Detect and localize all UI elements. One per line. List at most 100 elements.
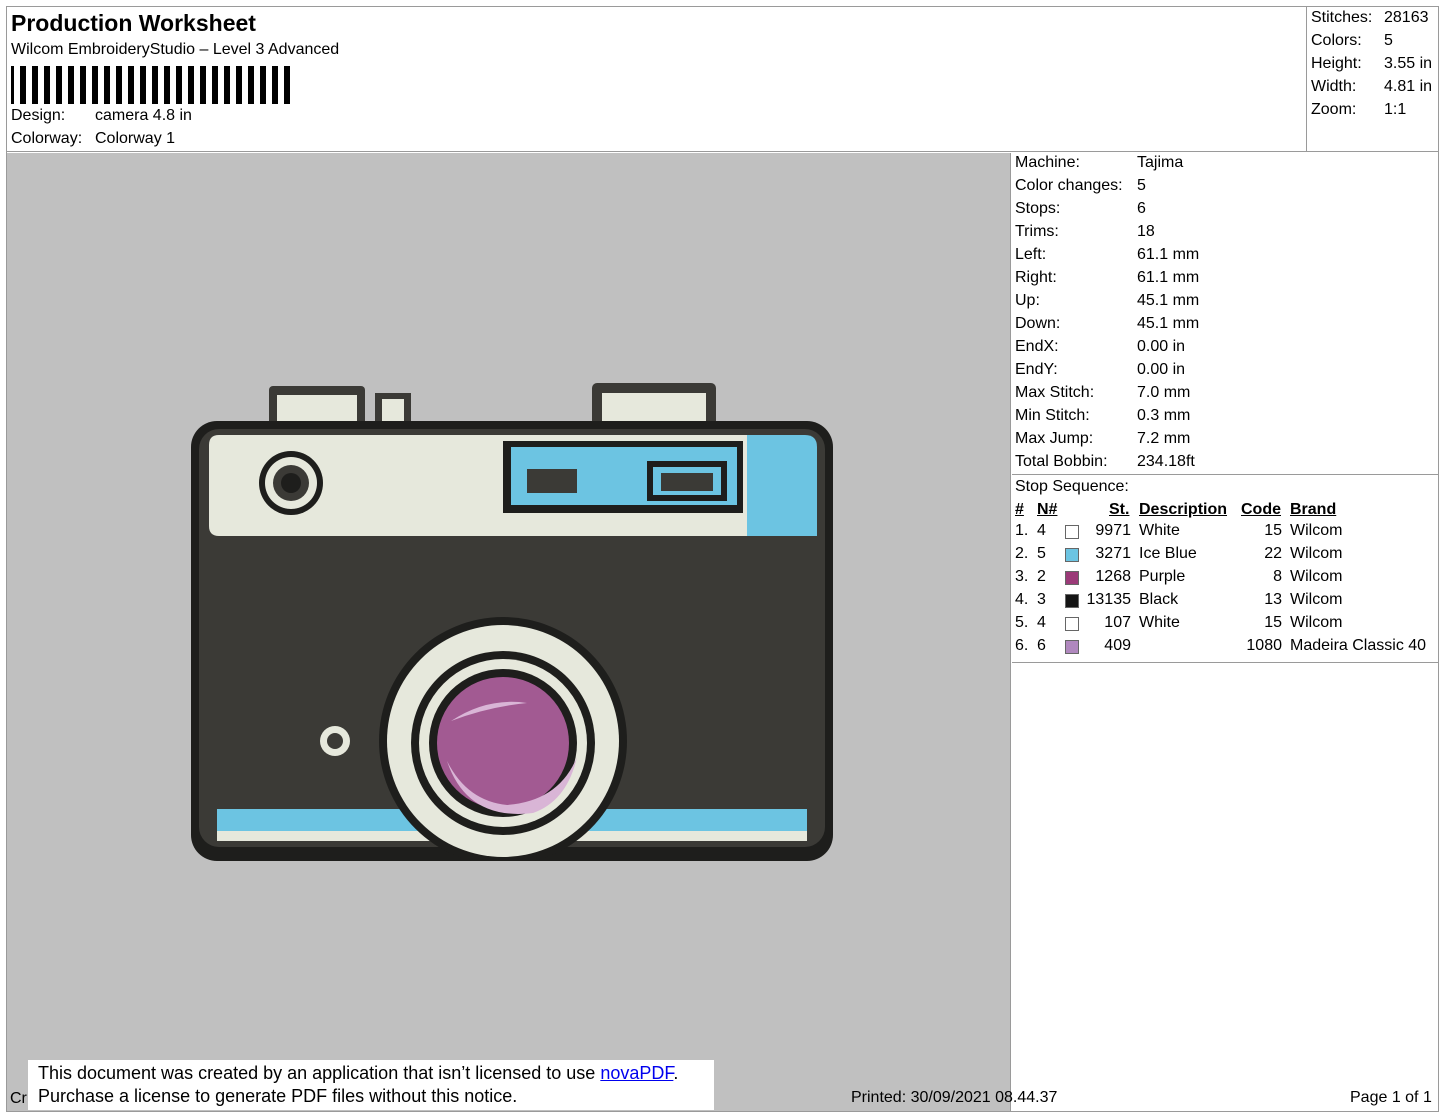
- barcode-bar: [117, 66, 119, 104]
- barcode-bar: [56, 66, 57, 104]
- machine-info-row: Max Stitch: 7.0 mm: [1015, 384, 1435, 405]
- barcode-bar: [177, 66, 179, 104]
- design-value: camera 4.8 in: [95, 107, 192, 124]
- barcode-bar: [116, 66, 117, 104]
- barcode-bar: [80, 66, 81, 104]
- barcode-bar: [105, 66, 107, 104]
- barcode-bar: [141, 66, 143, 104]
- stitch-count: 409: [1104, 637, 1131, 654]
- needle-number: 2: [1037, 568, 1046, 585]
- machine-info-row: EndX: 0.00 in: [1015, 338, 1435, 359]
- thread-description: Purple: [1139, 568, 1186, 585]
- barcode-bar: [71, 66, 74, 104]
- machine-info-value: 45.1 mm: [1137, 292, 1200, 309]
- design-row: Design: camera 4.8 in: [11, 107, 192, 125]
- barcode-bar: [191, 66, 194, 104]
- barcode-bar: [260, 66, 261, 104]
- col-stitches-header: St.: [1109, 501, 1130, 518]
- barcode-bar: [249, 66, 251, 104]
- machine-info-label: Min Stitch:: [1015, 407, 1090, 424]
- novapdf-link[interactable]: novaPDF: [600, 1063, 673, 1083]
- barcode-bar: [237, 66, 239, 104]
- needle-number: 5: [1037, 545, 1046, 562]
- barcode-image: [11, 66, 290, 104]
- barcode-bar: [57, 66, 59, 104]
- machine-info-label: EndX:: [1015, 338, 1059, 355]
- barcode-bar: [224, 66, 225, 104]
- barcode-bar: [272, 66, 273, 104]
- stop-sequence-row: 1. 4 9971 White 15 Wilcom: [1012, 522, 1439, 545]
- barcode-bar: [179, 66, 182, 104]
- needle-number: 6: [1037, 637, 1046, 654]
- barcode-bar: [44, 66, 45, 104]
- thread-description: White: [1139, 522, 1180, 539]
- machine-info-row: Right: 61.1 mm: [1015, 269, 1435, 290]
- needle-number: 4: [1037, 614, 1046, 631]
- barcode-bar: [213, 66, 215, 104]
- barcode-bar: [201, 66, 203, 104]
- stat-width: Width: 4.81 in: [1311, 78, 1433, 95]
- machine-info-row: Left: 61.1 mm: [1015, 246, 1435, 267]
- machine-info-row: Trims: 18: [1015, 223, 1435, 244]
- barcode-bar: [119, 66, 122, 104]
- machine-info-label: Left:: [1015, 246, 1047, 263]
- stop-sequence-panel: Stop Sequence: # N# St. Description Code…: [1012, 474, 1439, 664]
- machine-info-row: Down: 45.1 mm: [1015, 315, 1435, 336]
- machine-info-label: Trims:: [1015, 223, 1059, 240]
- machine-info-value: Tajima: [1137, 154, 1184, 171]
- barcode-bar: [95, 66, 98, 104]
- machine-info-label: Max Jump:: [1015, 430, 1094, 447]
- barcode-bar: [251, 66, 254, 104]
- thread-color-swatch: [1065, 617, 1079, 631]
- thread-description: White: [1139, 614, 1180, 631]
- machine-info-label: Down:: [1015, 315, 1061, 332]
- barcode-bar: [104, 66, 105, 104]
- barcode-bar: [35, 66, 38, 104]
- thread-code: 15: [1264, 522, 1282, 539]
- stitch-count: 107: [1104, 614, 1131, 631]
- barcode-bar: [153, 66, 155, 104]
- needle-number: 3: [1037, 591, 1046, 608]
- stop-sequence-title: Stop Sequence:: [1015, 478, 1129, 495]
- stop-number: 6.: [1015, 637, 1029, 654]
- barcode-bar: [164, 66, 165, 104]
- stop-number: 4.: [1015, 591, 1029, 608]
- barcode-bar: [33, 66, 35, 104]
- barcode-bar: [20, 66, 21, 104]
- barcode-bar: [23, 66, 26, 104]
- thread-description: Ice Blue: [1139, 545, 1197, 562]
- thread-brand: Wilcom: [1290, 591, 1343, 608]
- barcode-bar: [81, 66, 83, 104]
- barcode-bar: [47, 66, 50, 104]
- barcode-bar: [32, 66, 33, 104]
- barcode-bar: [143, 66, 146, 104]
- thread-color-swatch: [1065, 525, 1079, 539]
- barcode-bar: [227, 66, 230, 104]
- barcode-bar: [152, 66, 153, 104]
- machine-info-value: 18: [1137, 223, 1155, 240]
- machine-info-value: 0.00 in: [1137, 338, 1186, 355]
- stop-sequence-row: 2. 5 3271 Ice Blue 22 Wilcom: [1012, 545, 1439, 568]
- barcode-bar: [155, 66, 158, 104]
- thread-color-swatch: [1065, 571, 1079, 585]
- machine-info-row: Min Stitch: 0.3 mm: [1015, 407, 1435, 428]
- machine-info-row: Up: 45.1 mm: [1015, 292, 1435, 313]
- barcode-bar: [92, 66, 93, 104]
- machine-info-label: Stops:: [1015, 200, 1061, 217]
- barcode-bar: [285, 66, 287, 104]
- design-preview: [7, 153, 1011, 1111]
- machine-info-value: 6: [1137, 200, 1146, 217]
- machine-info-value: 7.2 mm: [1137, 430, 1191, 447]
- thread-brand: Wilcom: [1290, 568, 1343, 585]
- stats-panel: Stitches: 28163 Colors: 5 Height: 3.55 in W…: [1307, 6, 1439, 152]
- printed-timestamp: Printed: 30/09/2021 08.44.37: [851, 1089, 1058, 1106]
- barcode-bar: [284, 66, 285, 104]
- col-code-header: Code: [1241, 501, 1281, 518]
- barcode-bar: [176, 66, 177, 104]
- machine-info-row: Color changes: 5: [1015, 177, 1435, 198]
- barcode-bar: [59, 66, 62, 104]
- thread-code: 1080: [1246, 637, 1282, 654]
- design-label: Design:: [11, 107, 66, 124]
- stop-sequence-row: 4. 3 13135 Black 13 Wilcom: [1012, 591, 1439, 614]
- machine-info-value: 0.3 mm: [1137, 407, 1191, 424]
